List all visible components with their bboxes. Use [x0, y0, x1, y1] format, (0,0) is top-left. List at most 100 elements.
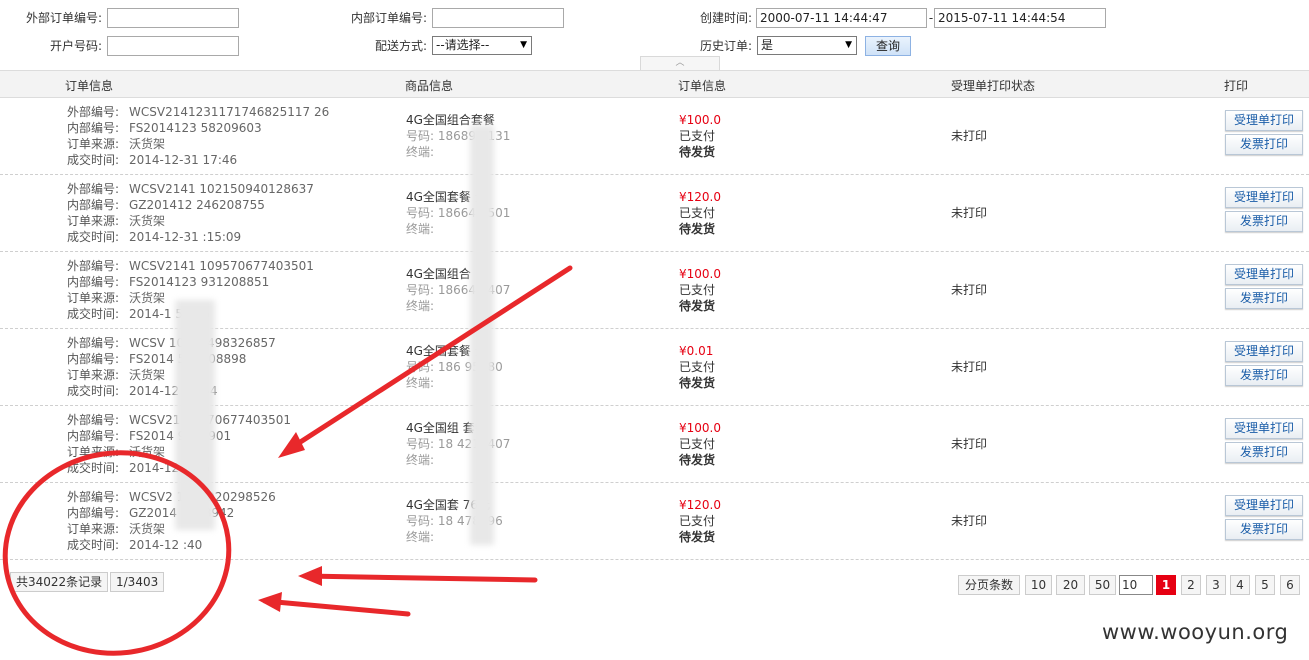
annotation-arrow-line — [302, 573, 538, 583]
double-chevron-up-icon: ︿ — [675, 58, 685, 68]
redaction-blur — [470, 125, 494, 545]
phone-label: 号码: — [406, 360, 435, 374]
terminal-label: 终端: — [406, 530, 435, 544]
deal-time: 2014-12 :40 — [129, 538, 203, 552]
print-invoice-button[interactable]: 发票打印 — [1225, 442, 1303, 463]
print-acceptance-button[interactable]: 受理单打印 — [1225, 110, 1303, 131]
order-status: ¥100.0 已支付 待发货 — [679, 112, 799, 160]
int-order-input[interactable] — [432, 8, 564, 28]
shipping-status: 待发货 — [679, 453, 716, 467]
int-order-no: FS2014123 931208851 — [129, 275, 270, 289]
goods-name: 4G全国套餐 元 — [406, 190, 487, 204]
order-status: ¥100.0 已支付 待发货 — [679, 266, 799, 314]
table-row: 外部编号: WCSV2141 102150940128637 内部编号: GZ2014… — [0, 175, 1309, 252]
time-label: 成交时间: — [67, 538, 120, 552]
time-label: 成交时间: — [67, 230, 120, 244]
ext-order-no: WCSV2141 109570677403501 — [129, 259, 314, 273]
phone-label: 号码: — [406, 437, 435, 451]
page-6[interactable]: 6 — [1280, 575, 1300, 595]
int-label: 内部编号: — [67, 121, 120, 135]
source-label: 订单来源: — [67, 137, 120, 151]
created-to-input[interactable]: 2015-07-11 14:44:54 — [934, 8, 1106, 28]
order-status: ¥120.0 已支付待发货 — [679, 189, 799, 237]
print-acceptance-button[interactable]: 受理单打印 — [1225, 264, 1303, 285]
goods-name: 4G全国组合套餐 — [406, 113, 495, 127]
order-source: 沃货架 — [129, 522, 166, 536]
annotation-arrow-line — [262, 598, 411, 617]
source-label: 订单来源: — [67, 291, 120, 305]
page-size-50[interactable]: 50 — [1089, 575, 1116, 595]
query-button[interactable]: 查询 — [865, 36, 911, 56]
shipping-status: 待发货 — [679, 299, 716, 313]
goods-info: 4G全国组合 号码: 18664 3407 终端: — [406, 266, 646, 314]
delivery-select[interactable]: --请选择-- ▼ — [432, 36, 532, 55]
collapse-toggle[interactable]: ︿ — [640, 56, 720, 70]
page-5[interactable]: 5 — [1255, 575, 1275, 595]
ext-order-input[interactable] — [107, 8, 239, 28]
account-input[interactable] — [107, 36, 239, 56]
page-1[interactable]: 1 — [1156, 575, 1176, 595]
print-acceptance-button[interactable]: 受理单打印 — [1225, 418, 1303, 439]
print-invoice-button[interactable]: 发票打印 — [1225, 365, 1303, 386]
order-status: ¥120.0 已支付 待发货 — [679, 497, 799, 545]
shipping-status: 待发货 — [679, 145, 716, 159]
order-source: 沃货架 — [129, 445, 166, 459]
deal-time: 2014-12-31 17:46 — [129, 153, 238, 167]
order-source: 沃货架 — [129, 368, 166, 382]
goods-name: 4G全国组合 — [406, 267, 471, 281]
print-status: 未打印 — [951, 283, 988, 297]
print-invoice-button[interactable]: 发票打印 — [1225, 134, 1303, 155]
payment-status: 已支付 — [679, 514, 716, 528]
payment-status: 已支付 — [679, 206, 716, 220]
annotation-arrowhead — [298, 566, 322, 586]
delivery-select-value: --请选择-- — [436, 38, 490, 52]
history-select[interactable]: 是 ▼ — [757, 36, 857, 55]
page-size-input[interactable]: 10 — [1119, 575, 1153, 595]
page-4[interactable]: 4 — [1230, 575, 1250, 595]
order-price: ¥120.0 — [679, 190, 721, 204]
page-size-10[interactable]: 10 — [1025, 575, 1052, 595]
delivery-label: 配送方式: — [374, 39, 427, 53]
source-label: 订单来源: — [67, 445, 120, 459]
watermark: www.wooyun.org — [1102, 620, 1289, 644]
print-invoice-button[interactable]: 发票打印 — [1225, 288, 1303, 309]
page-3[interactable]: 3 — [1206, 575, 1226, 595]
time-label: 成交时间: — [67, 461, 120, 475]
payment-status: 已支付 — [679, 437, 716, 451]
print-invoice-button[interactable]: 发票打印 — [1225, 211, 1303, 232]
int-order-label: 内部订单编号: — [350, 11, 427, 25]
account-label: 开户号码: — [49, 39, 102, 53]
table-header: 订单信息 商品信息 订单信息 受理单打印状态 打印 — [0, 70, 1309, 98]
print-invoice-button[interactable]: 发票打印 — [1225, 519, 1303, 540]
history-select-value: 是 — [761, 38, 774, 52]
ext-order-no: WCSV2141 102150940128637 — [129, 182, 314, 196]
order-status: ¥100.0 已支付 待发货 — [679, 420, 799, 468]
order-status: ¥0.01 已支付 待发货 — [679, 343, 799, 391]
col-goods-info: 商品信息 — [405, 79, 454, 93]
print-acceptance-button[interactable]: 受理单打印 — [1225, 187, 1303, 208]
payment-status: 已支付 — [679, 129, 716, 143]
int-order-no: FS2014123 58209603 — [129, 121, 262, 135]
order-ids: 外部编号: WCSV2141 102150940128637 内部编号: GZ2014… — [67, 181, 367, 245]
ext-label: 外部编号: — [67, 182, 120, 196]
created-from-input[interactable]: 2000-07-11 14:44:47 — [756, 8, 927, 28]
order-source: 沃货架 — [129, 214, 166, 228]
source-label: 订单来源: — [67, 522, 120, 536]
time-label: 成交时间: — [67, 153, 120, 167]
int-label: 内部编号: — [67, 352, 120, 366]
terminal-label: 终端: — [406, 222, 435, 236]
dropdown-arrow-icon: ▼ — [845, 40, 852, 50]
shipping-status: 待发货 — [679, 222, 716, 236]
print-acceptance-button[interactable]: 受理单打印 — [1225, 341, 1303, 362]
print-acceptance-button[interactable]: 受理单打印 — [1225, 495, 1303, 516]
page-size-20[interactable]: 20 — [1056, 575, 1085, 595]
page-2[interactable]: 2 — [1181, 575, 1201, 595]
order-ids: 外部编号:WCSV21 09570677403501内部编号:FS2014 92… — [67, 412, 367, 476]
phone-label: 号码: — [406, 514, 435, 528]
payment-status: 已支付 — [679, 283, 716, 297]
int-label: 内部编号: — [67, 275, 120, 289]
goods-info: 4G全国套餐 元号码: 186 95380终端: — [406, 343, 646, 391]
ext-label: 外部编号: — [67, 413, 120, 427]
print-status: 未打印 — [951, 437, 988, 451]
search-form: 外部订单编号: 内部订单编号: 创建时间: 2000-07-11 14:44:4… — [0, 0, 1309, 70]
